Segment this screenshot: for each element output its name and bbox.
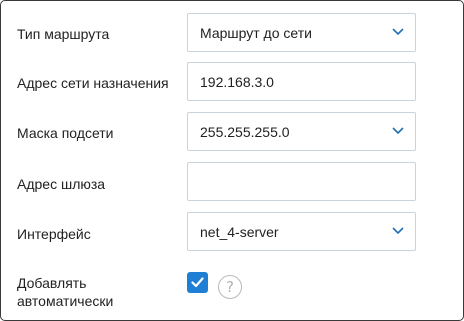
auto-add-label-line1: Добавлять [17, 275, 87, 291]
gateway-input[interactable] [187, 162, 416, 201]
auto-add-label-line2: автоматически [17, 293, 114, 309]
gateway-label: Адрес шлюза [17, 176, 106, 192]
route-type-label: Тип маршрута [17, 26, 110, 42]
interface-select[interactable]: net_4-server [187, 212, 416, 251]
chevron-down-icon [392, 28, 404, 36]
destination-network-input[interactable]: 192.168.3.0 [187, 62, 416, 101]
route-form-panel: Тип маршрута Маршрут до сети Адрес сети … [0, 0, 464, 321]
route-type-select[interactable]: Маршрут до сети [187, 13, 416, 52]
auto-add-checkbox[interactable] [187, 272, 208, 293]
subnet-mask-label: Маска подсети [17, 125, 114, 141]
route-type-value: Маршрут до сети [200, 25, 312, 41]
interface-value: net_4-server [200, 224, 279, 240]
subnet-mask-value: 255.255.255.0 [200, 124, 290, 140]
subnet-mask-select[interactable]: 255.255.255.0 [187, 112, 416, 151]
question-mark-icon[interactable]: ? [218, 275, 242, 299]
destination-network-label: Адрес сети назначения [17, 75, 169, 91]
interface-label: Интерфейс [17, 226, 91, 242]
chevron-down-icon [392, 227, 404, 235]
chevron-down-icon [392, 127, 404, 135]
checkmark-icon [191, 277, 204, 288]
destination-network-value: 192.168.3.0 [200, 74, 274, 90]
